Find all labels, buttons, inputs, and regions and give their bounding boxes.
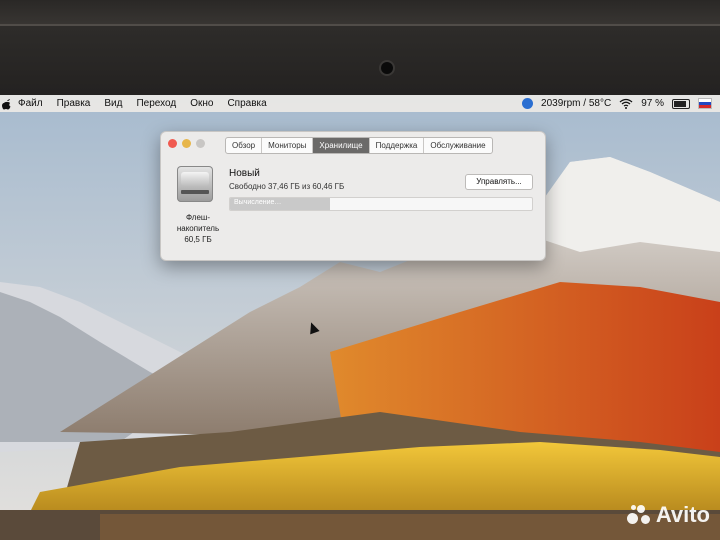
laptop-bezel (0, 24, 720, 100)
storage-calculating-text: Вычисление… (234, 199, 282, 206)
menu-bar: Файл Правка Вид Переход Окно Справка 203… (0, 95, 720, 112)
camera (381, 62, 393, 74)
battery-percent[interactable]: 97 % (641, 98, 664, 109)
storage-usage-bar: Вычисление… (229, 197, 533, 211)
wifi-icon[interactable] (619, 98, 633, 109)
storage-panel: Флеш-накопитель 60,5 ГБ Новый Свободно 3… (161, 156, 545, 260)
avito-watermark-text: Avito (655, 502, 710, 527)
volume-name: Новый (229, 168, 260, 179)
fan-status[interactable]: 2039rpm / 58°C (541, 98, 611, 109)
manage-button[interactable]: Управлять... (465, 174, 533, 190)
menu-window[interactable]: Окно (190, 98, 213, 109)
disk-label: Флеш-накопитель 60,5 ГБ (176, 213, 220, 244)
about-this-mac-window: Обзор Мониторы Хранилище Поддержка Обслу… (160, 131, 546, 261)
input-source-flag-icon[interactable] (698, 98, 712, 109)
window-titlebar: Обзор Мониторы Хранилище Поддержка Обслу… (161, 132, 545, 156)
battery-icon[interactable] (672, 98, 690, 109)
screen: Файл Правка Вид Переход Окно Справка 203… (0, 95, 720, 540)
minimize-button[interactable] (182, 139, 191, 148)
tab-overview[interactable]: Обзор (226, 138, 263, 153)
menu-edit[interactable]: Правка (57, 98, 91, 109)
volume-free-space: Свободно 37,46 ГБ из 60,46 ГБ (229, 182, 345, 191)
menu-go[interactable]: Переход (136, 98, 176, 109)
flash-drive-icon (177, 166, 213, 202)
menu-help[interactable]: Справка (227, 98, 266, 109)
tab-support[interactable]: Поддержка (370, 138, 425, 153)
tab-service[interactable]: Обслуживание (424, 138, 491, 153)
apple-menu-icon[interactable] (2, 98, 12, 110)
zoom-button[interactable] (196, 139, 205, 148)
tab-bar: Обзор Мониторы Хранилище Поддержка Обслу… (225, 137, 493, 154)
menu-file[interactable]: Файл (18, 98, 43, 109)
fan-monitor-icon[interactable] (522, 98, 534, 109)
tab-displays[interactable]: Мониторы (262, 138, 314, 153)
status-area: 2039rpm / 58°C 97 % (522, 95, 712, 112)
tab-storage[interactable]: Хранилище (313, 138, 370, 153)
avito-logo-icon (626, 503, 651, 527)
menu-view[interactable]: Вид (104, 98, 122, 109)
window-controls (168, 139, 205, 148)
close-button[interactable] (168, 139, 177, 148)
avito-watermark: Avito (626, 502, 710, 528)
